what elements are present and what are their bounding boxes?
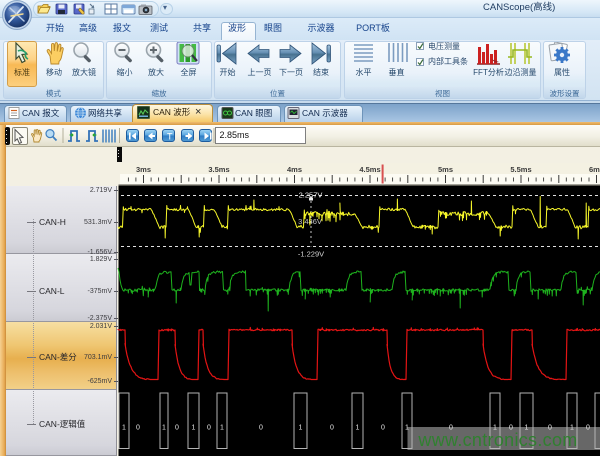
svg-text:1: 1 <box>192 425 196 432</box>
svg-text:0: 0 <box>207 425 211 432</box>
svg-text:3ms: 3ms <box>136 165 151 174</box>
svg-text:0: 0 <box>259 425 263 432</box>
svg-text:6ms: 6ms <box>589 165 600 174</box>
svg-text:T: T <box>167 131 173 141</box>
svg-text:1: 1 <box>405 425 409 432</box>
svg-text:1: 1 <box>299 425 303 432</box>
svg-text:3.5ms: 3.5ms <box>208 165 229 174</box>
svg-text:1: 1 <box>122 425 126 432</box>
svg-text:5ms: 5ms <box>438 165 453 174</box>
svg-text:4.5ms: 4.5ms <box>359 165 380 174</box>
svg-text:0: 0 <box>136 425 140 432</box>
svg-text:0: 0 <box>586 425 590 432</box>
svg-text:www.cntronics.com: www.cntronics.com <box>417 430 577 450</box>
svg-text:0: 0 <box>381 425 385 432</box>
svg-text:0: 0 <box>175 425 179 432</box>
svg-text:4ms: 4ms <box>287 165 302 174</box>
svg-text:1: 1 <box>162 425 166 432</box>
svg-text:0: 0 <box>330 425 334 432</box>
svg-text:1: 1 <box>356 425 360 432</box>
svg-text:2.257V: 2.257V <box>299 191 323 200</box>
svg-text:-1.229V: -1.229V <box>298 250 324 259</box>
svg-text:1: 1 <box>220 425 224 432</box>
svg-text:5.5ms: 5.5ms <box>510 165 531 174</box>
